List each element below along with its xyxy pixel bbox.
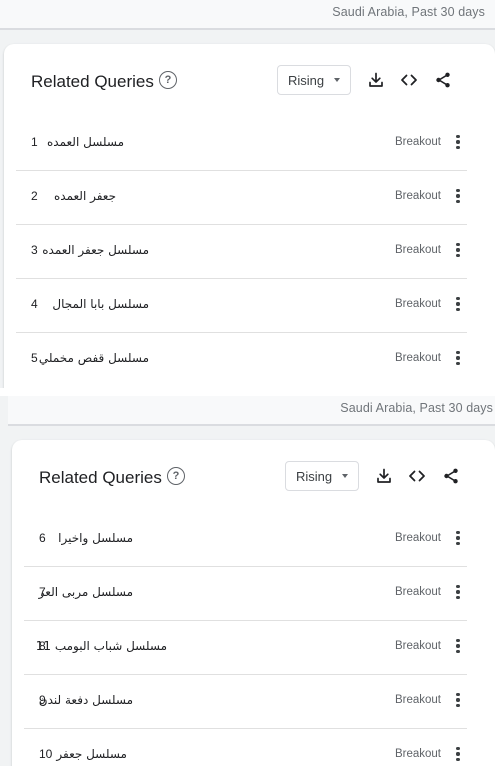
row-rank: 10 bbox=[39, 747, 53, 761]
row-rank: 2 bbox=[31, 189, 38, 203]
query-row[interactable]: 8 مسلسل شباب البومب 11 Breakout bbox=[24, 621, 467, 675]
query-row[interactable]: 7 مسلسل مربى العز Breakout bbox=[24, 567, 467, 621]
row-rank: 6 bbox=[39, 531, 46, 545]
embed-code-icon[interactable] bbox=[408, 467, 426, 485]
row-value: Breakout bbox=[394, 244, 441, 256]
row-value: Breakout bbox=[394, 352, 441, 364]
query-text[interactable]: جعفر العمده bbox=[54, 189, 116, 203]
region-period-label: Saudi Arabia, Past 30 days bbox=[340, 401, 493, 415]
row-rank: 1 bbox=[31, 135, 38, 149]
related-queries-screenshot-2: Saudi Arabia, Past 30 days Related Queri… bbox=[8, 396, 495, 766]
help-icon[interactable]: ? bbox=[167, 467, 185, 485]
query-text[interactable]: مسلسل بابا المجال bbox=[52, 297, 149, 311]
more-options-icon[interactable] bbox=[453, 529, 463, 547]
row-value: Breakout bbox=[394, 748, 441, 760]
query-list: 1 مسلسل العمده Breakout 2 جعفر العمده Br… bbox=[16, 117, 467, 386]
embed-code-icon[interactable] bbox=[400, 71, 418, 89]
related-queries-card: Related Queries ? Rising 1 مسلسل العمده … bbox=[4, 44, 495, 388]
row-value: Breakout bbox=[394, 640, 441, 652]
sort-dropdown[interactable]: Rising bbox=[277, 65, 351, 95]
query-text[interactable]: مسلسل جعفر bbox=[56, 747, 127, 761]
filter-summary-bar: Saudi Arabia, Past 30 days bbox=[0, 0, 495, 30]
query-list: 6 مسلسل واخيرا Breakout 7 مسلسل مربى الع… bbox=[24, 513, 467, 766]
row-rank: 3 bbox=[31, 243, 38, 257]
query-row[interactable]: 9 مسلسل دفعة لندن Breakout bbox=[24, 675, 467, 729]
query-text[interactable]: مسلسل قفص مخملي bbox=[39, 351, 149, 365]
query-row[interactable]: 2 جعفر العمده Breakout bbox=[16, 171, 467, 225]
more-options-icon[interactable] bbox=[453, 745, 463, 763]
more-options-icon[interactable] bbox=[453, 691, 463, 709]
row-value: Breakout bbox=[394, 298, 441, 310]
query-text[interactable]: مسلسل دفعة لندن bbox=[39, 693, 133, 707]
row-value: Breakout bbox=[394, 586, 441, 598]
query-row[interactable]: 5 مسلسل قفص مخملي Breakout bbox=[16, 333, 467, 386]
related-queries-screenshot-1: Saudi Arabia, Past 30 days Related Queri… bbox=[0, 0, 495, 388]
query-row[interactable]: 10 مسلسل جعفر Breakout bbox=[24, 729, 467, 766]
filter-summary-bar: Saudi Arabia, Past 30 days bbox=[8, 396, 495, 426]
query-row[interactable]: 4 مسلسل بابا المجال Breakout bbox=[16, 279, 467, 333]
row-value: Breakout bbox=[394, 190, 441, 202]
region-period-label: Saudi Arabia, Past 30 days bbox=[332, 5, 485, 19]
card-title: Related Queries bbox=[39, 468, 162, 487]
share-icon[interactable] bbox=[442, 467, 460, 485]
query-text[interactable]: مسلسل مربى العز bbox=[39, 585, 133, 599]
sort-dropdown-value: Rising bbox=[288, 73, 325, 88]
query-text[interactable]: مسلسل واخيرا bbox=[58, 531, 133, 545]
more-options-icon[interactable] bbox=[453, 187, 463, 205]
card-title: Related Queries bbox=[31, 72, 154, 91]
query-row[interactable]: 6 مسلسل واخيرا Breakout bbox=[24, 513, 467, 567]
row-rank: 4 bbox=[31, 297, 38, 311]
related-queries-card: Related Queries ? Rising 6 مسلسل واخيرا … bbox=[12, 440, 495, 766]
query-text[interactable]: مسلسل العمده bbox=[47, 135, 124, 149]
download-icon[interactable] bbox=[367, 71, 385, 89]
row-value: Breakout bbox=[394, 694, 441, 706]
row-rank: 5 bbox=[31, 351, 38, 365]
query-text[interactable]: مسلسل جعفر العمده bbox=[42, 243, 149, 257]
help-icon[interactable]: ? bbox=[159, 71, 177, 89]
more-options-icon[interactable] bbox=[453, 241, 463, 259]
more-options-icon[interactable] bbox=[453, 295, 463, 313]
query-text[interactable]: مسلسل شباب البومب 11 bbox=[36, 639, 167, 653]
query-row[interactable]: 3 مسلسل جعفر العمده Breakout bbox=[16, 225, 467, 279]
caret-down-icon bbox=[334, 78, 340, 82]
more-options-icon[interactable] bbox=[453, 349, 463, 367]
row-value: Breakout bbox=[394, 532, 441, 544]
share-icon[interactable] bbox=[434, 71, 452, 89]
sort-dropdown[interactable]: Rising bbox=[285, 461, 359, 491]
more-options-icon[interactable] bbox=[453, 637, 463, 655]
download-icon[interactable] bbox=[375, 467, 393, 485]
sort-dropdown-value: Rising bbox=[296, 469, 333, 484]
row-value: Breakout bbox=[394, 136, 441, 148]
more-options-icon[interactable] bbox=[453, 583, 463, 601]
more-options-icon[interactable] bbox=[453, 133, 463, 151]
query-row[interactable]: 1 مسلسل العمده Breakout bbox=[16, 117, 467, 171]
caret-down-icon bbox=[342, 474, 348, 478]
